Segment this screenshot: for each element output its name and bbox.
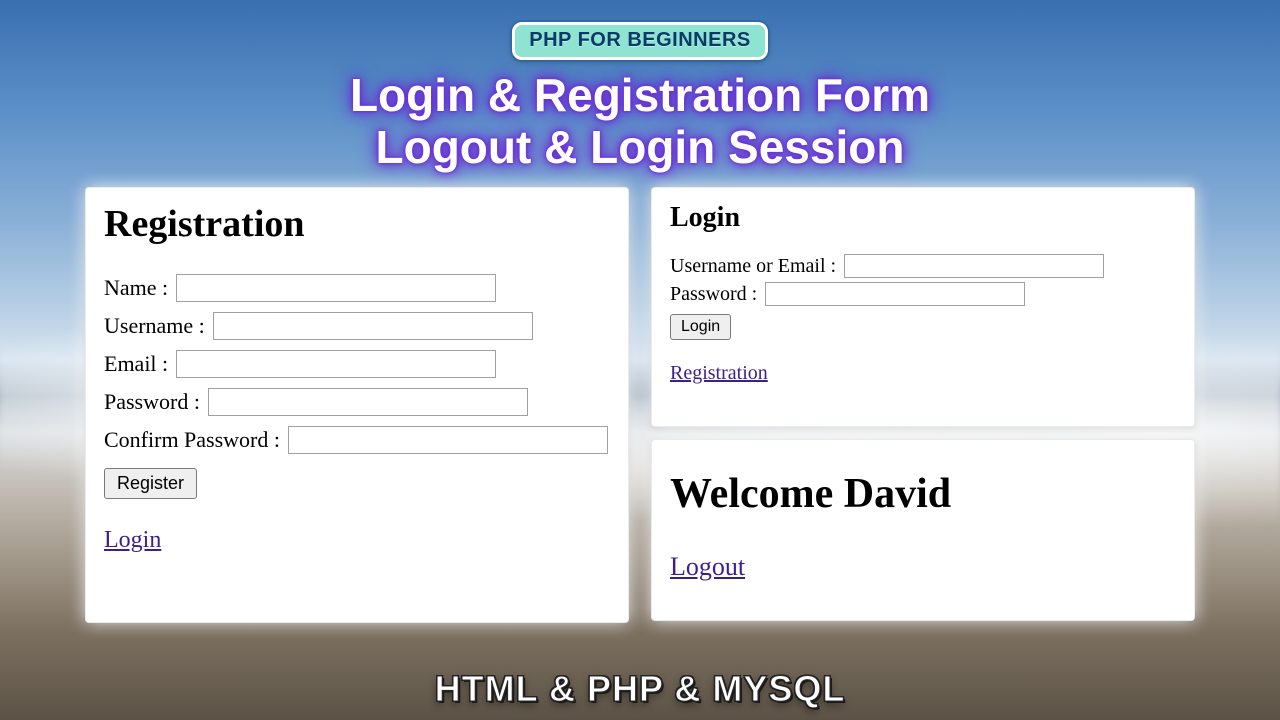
- main-title: Login & Registration Form Logout & Login…: [350, 70, 930, 173]
- username-label: Username :: [104, 313, 205, 339]
- registration-link[interactable]: Registration: [670, 362, 768, 385]
- registration-panel: Registration Name : Username : Email : P…: [85, 187, 629, 623]
- email-input[interactable]: [176, 350, 496, 378]
- login-panel: Login Username or Email : Password : Log…: [651, 187, 1195, 427]
- footer-text: HTML & PHP & MYSQL: [0, 668, 1280, 710]
- login-user-input[interactable]: [844, 254, 1104, 278]
- password-label: Password :: [104, 389, 200, 415]
- password-input[interactable]: [208, 388, 528, 416]
- header-badge: PHP FOR BEGINNERS: [512, 22, 768, 60]
- registration-heading: Registration: [104, 202, 610, 246]
- name-input[interactable]: [176, 274, 496, 302]
- login-password-label: Password :: [670, 283, 757, 306]
- logout-link[interactable]: Logout: [670, 552, 745, 582]
- login-user-label: Username or Email :: [670, 255, 836, 278]
- username-input[interactable]: [213, 312, 533, 340]
- title-line-1: Login & Registration Form: [350, 70, 930, 122]
- confirm-password-label: Confirm Password :: [104, 427, 280, 453]
- email-label: Email :: [104, 351, 168, 377]
- login-password-input[interactable]: [765, 282, 1025, 306]
- welcome-panel: Welcome David Logout: [651, 439, 1195, 621]
- register-button[interactable]: Register: [104, 468, 197, 499]
- name-label: Name :: [104, 275, 168, 301]
- welcome-heading: Welcome David: [670, 470, 1176, 518]
- login-button[interactable]: Login: [670, 314, 731, 340]
- login-heading: Login: [670, 202, 1176, 234]
- confirm-password-input[interactable]: [288, 426, 608, 454]
- title-line-2: Logout & Login Session: [350, 122, 930, 174]
- login-link[interactable]: Login: [104, 527, 161, 554]
